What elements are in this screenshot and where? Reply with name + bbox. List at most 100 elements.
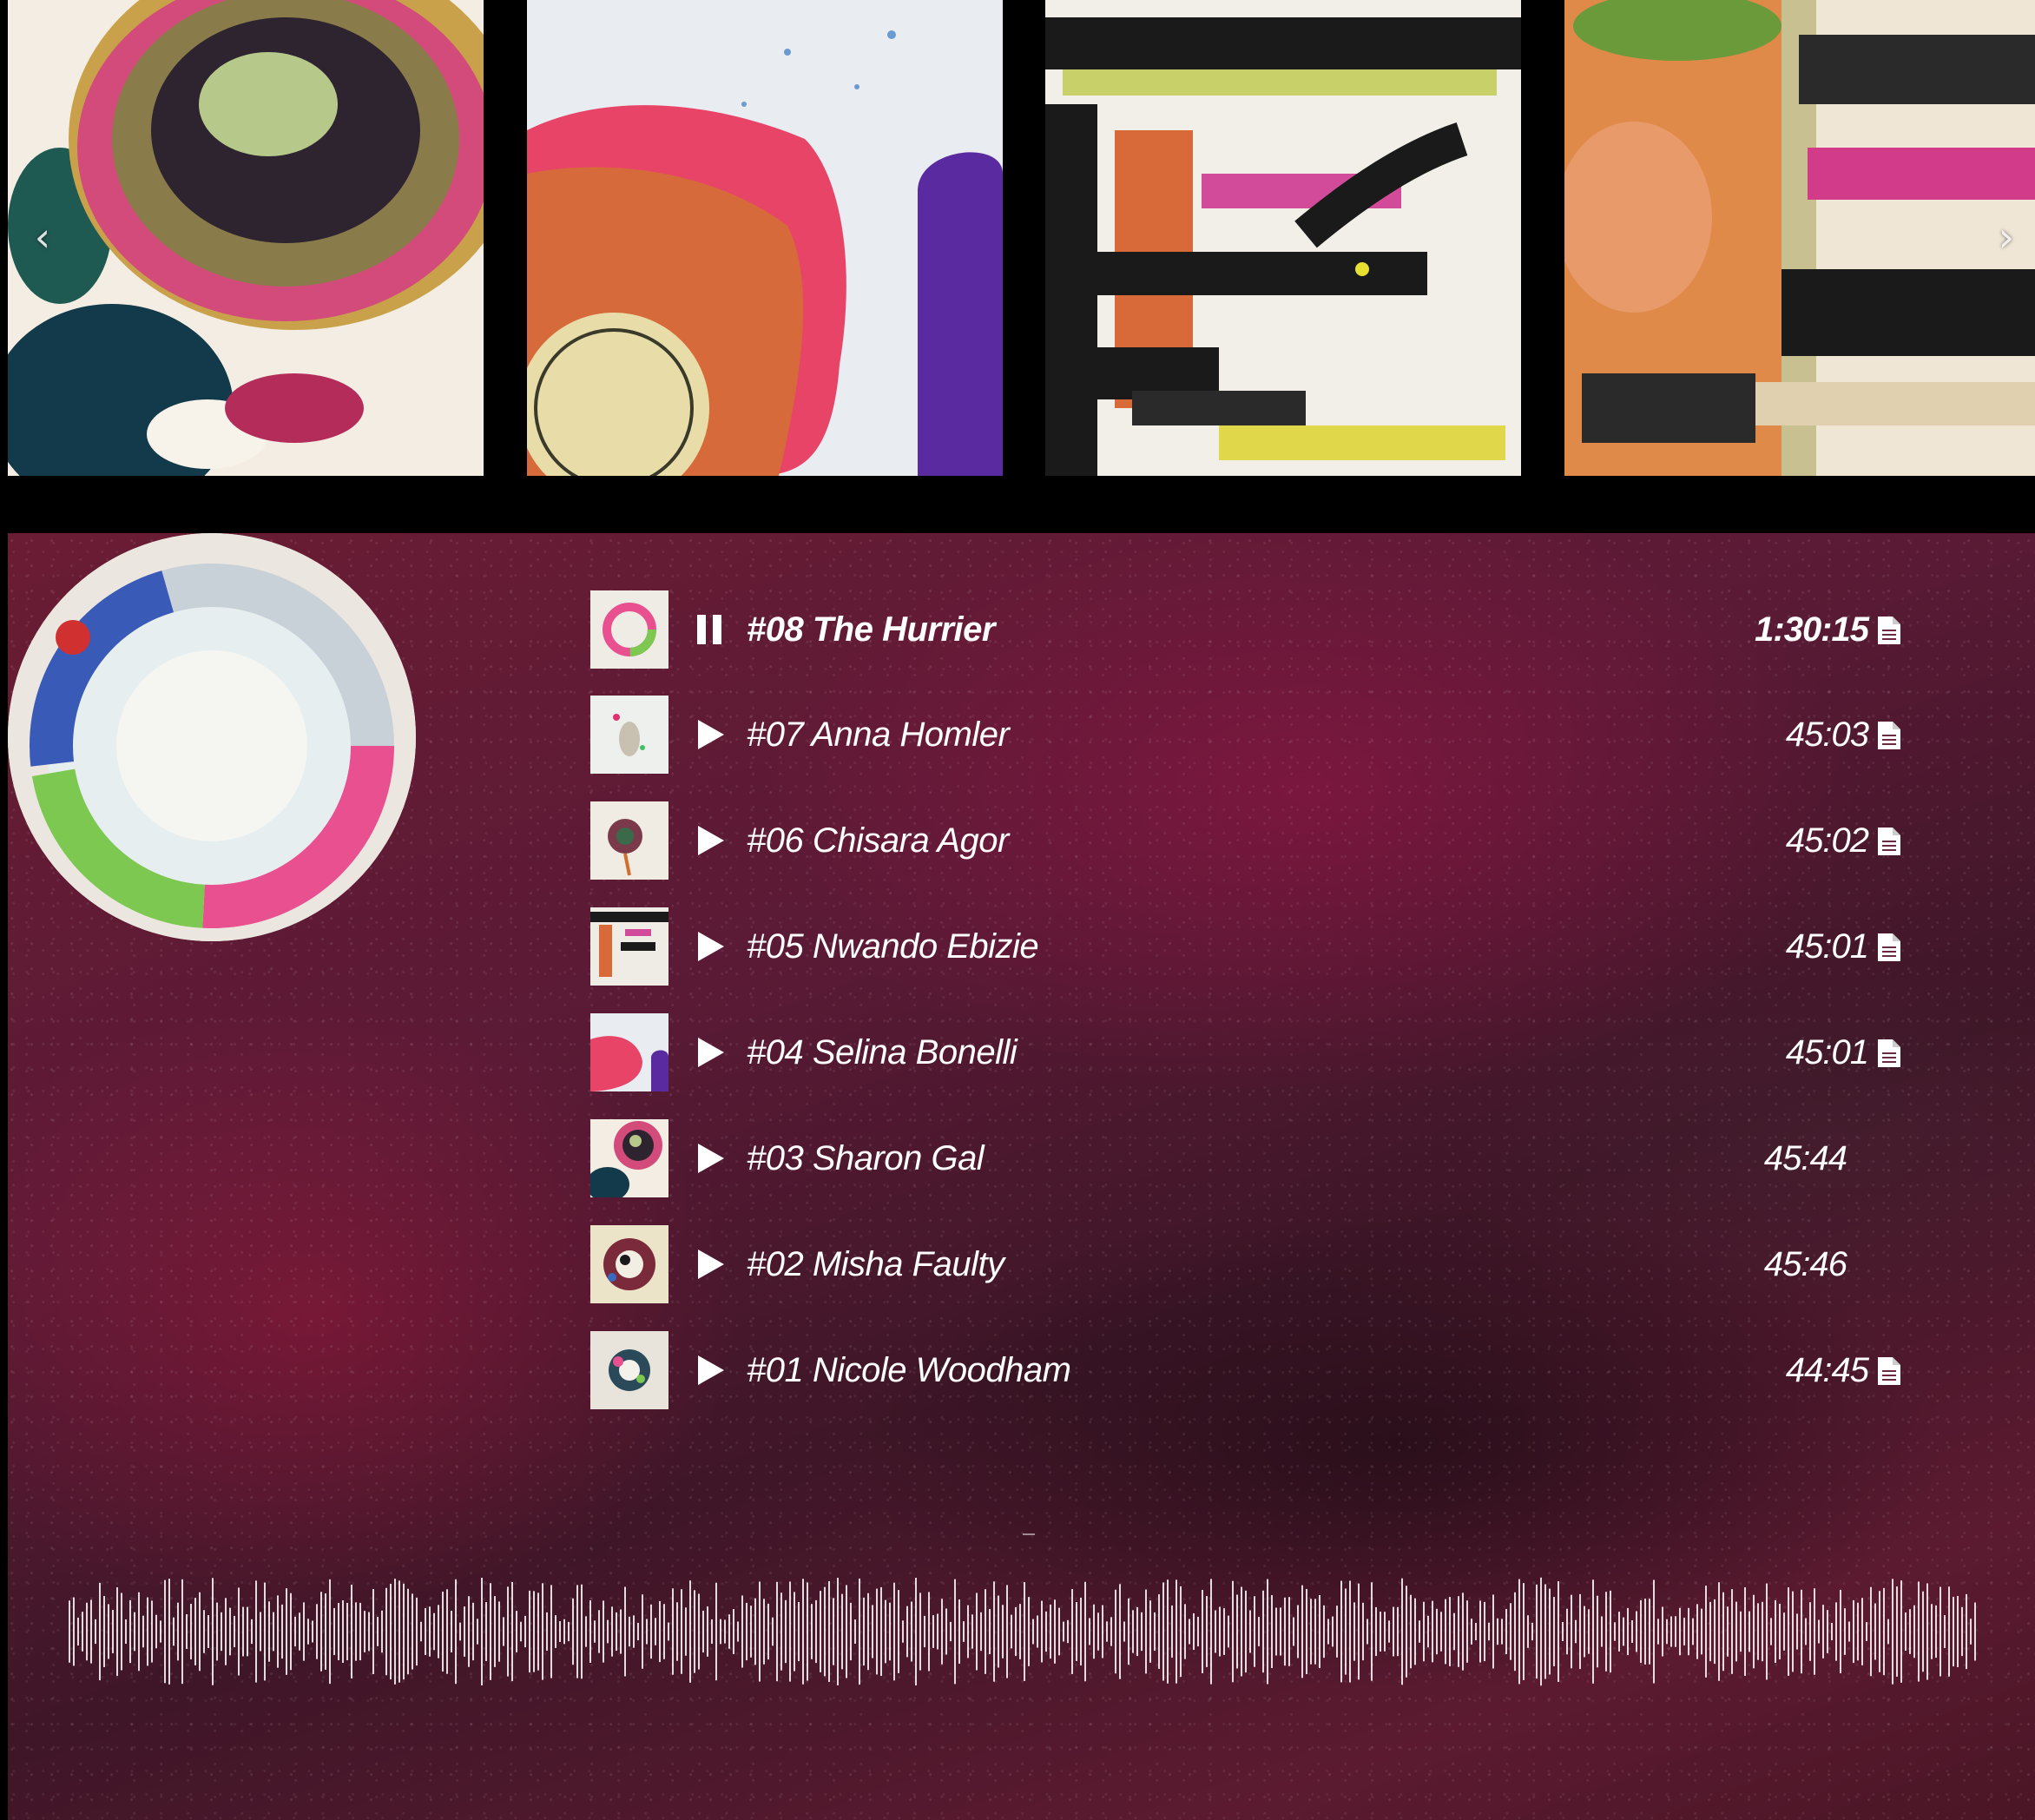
waveform-bar xyxy=(151,1600,153,1663)
waveform-bar xyxy=(932,1615,934,1648)
play-icon xyxy=(698,1144,724,1173)
waveform-bar xyxy=(247,1606,248,1657)
waveform-bar xyxy=(859,1578,860,1685)
chevron-left-icon: ‹ xyxy=(34,214,51,260)
transcript-button[interactable] xyxy=(1878,722,1900,749)
waveform-bar xyxy=(277,1595,279,1668)
waveform-bar xyxy=(216,1602,218,1661)
play-button[interactable] xyxy=(693,1353,728,1388)
waveform-bar xyxy=(177,1602,179,1661)
waveform-bar xyxy=(1067,1619,1069,1644)
waveform-bar xyxy=(1705,1586,1707,1678)
waveform-bar xyxy=(1610,1590,1611,1673)
waveform-bar xyxy=(980,1612,982,1652)
waveform-bar xyxy=(1866,1622,1867,1641)
waveform-bar xyxy=(511,1581,513,1682)
waveform-bar xyxy=(1019,1604,1021,1659)
waveform-bar xyxy=(559,1621,561,1642)
carousel-prev-button[interactable]: ‹ xyxy=(21,215,64,259)
track-duration: 45:03 xyxy=(1785,715,1869,754)
waveform-bar xyxy=(754,1598,756,1665)
waveform-bar xyxy=(533,1591,535,1672)
play-button[interactable] xyxy=(693,1141,728,1176)
waveform-bar xyxy=(1657,1619,1659,1645)
image-carousel: ‹ › xyxy=(0,0,2035,476)
waveform-scrubber[interactable] xyxy=(67,1575,1977,1688)
waveform-bar xyxy=(1744,1586,1746,1677)
waveform-bar xyxy=(976,1592,978,1671)
play-button[interactable] xyxy=(693,823,728,858)
waveform-bar xyxy=(1102,1605,1103,1658)
track-duration: 1:30:15 xyxy=(1755,610,1869,649)
waveform-bar xyxy=(1310,1599,1312,1665)
play-button[interactable] xyxy=(693,717,728,752)
waveform-bar xyxy=(1267,1579,1268,1685)
waveform-bar xyxy=(1913,1605,1915,1658)
waveform-bar xyxy=(1966,1593,1967,1670)
waveform-bar xyxy=(898,1590,899,1673)
carousel-next-button[interactable]: › xyxy=(1985,215,2028,259)
waveform-bar xyxy=(1375,1606,1377,1657)
waveform-bar xyxy=(251,1619,253,1645)
waveform-bar xyxy=(1518,1579,1520,1685)
transcript-button[interactable] xyxy=(1878,617,1900,644)
waveform-bar xyxy=(490,1583,491,1680)
waveform-bar xyxy=(1215,1610,1216,1653)
play-button[interactable] xyxy=(693,1035,728,1070)
waveform-bar xyxy=(1562,1621,1564,1642)
document-icon xyxy=(1878,617,1900,644)
transcript-button[interactable] xyxy=(1878,1357,1900,1385)
waveform-bar xyxy=(811,1604,813,1659)
waveform-bar xyxy=(1136,1606,1138,1657)
waveform-bar xyxy=(1475,1622,1477,1641)
waveform-bar xyxy=(446,1589,448,1674)
waveform-bar xyxy=(342,1599,344,1664)
track-row[interactable]: #03 Sharon Gal 45:44 xyxy=(590,1119,1962,1197)
track-row[interactable]: #02 Misha Faulty 45:46 xyxy=(590,1225,1962,1303)
carousel-slide[interactable] xyxy=(1045,0,1521,476)
pause-button[interactable] xyxy=(693,612,728,647)
waveform-bar xyxy=(307,1619,309,1645)
track-row[interactable]: #07 Anna Homler 45:03 xyxy=(590,696,1962,774)
transcript-button[interactable] xyxy=(1878,1039,1900,1067)
waveform-bar xyxy=(203,1610,205,1653)
waveform-bar xyxy=(1245,1590,1247,1673)
album-cover xyxy=(8,533,416,941)
track-row[interactable]: #01 Nicole Woodham 44:45 xyxy=(590,1331,1962,1409)
document-icon xyxy=(1878,1357,1900,1385)
waveform-bar xyxy=(398,1580,400,1683)
track-title: #05 Nwando Ebizie xyxy=(747,927,1039,966)
waveform-bar xyxy=(281,1604,283,1659)
waveform-bar xyxy=(1484,1601,1485,1662)
waveform-bar xyxy=(663,1604,665,1659)
waveform-bar xyxy=(715,1582,717,1681)
waveform-bar xyxy=(1063,1621,1064,1642)
transcript-button[interactable] xyxy=(1878,828,1900,855)
waveform-bar xyxy=(472,1602,474,1661)
waveform-bar xyxy=(1497,1618,1498,1645)
waveform-bar xyxy=(1041,1600,1043,1663)
carousel-slide[interactable] xyxy=(8,0,484,476)
artwork-image xyxy=(1564,0,2035,476)
waveform-bar xyxy=(199,1592,201,1672)
track-duration: 45:01 xyxy=(1785,927,1869,966)
waveform-bar xyxy=(1084,1581,1086,1682)
waveform-bar xyxy=(603,1600,604,1663)
waveform-bar xyxy=(1011,1614,1012,1649)
track-row[interactable]: #04 Selina Bonelli 45:01 xyxy=(590,1013,1962,1091)
waveform-bar xyxy=(1935,1605,1937,1658)
waveform-bar xyxy=(1479,1600,1481,1663)
waveform-bar xyxy=(993,1581,995,1682)
play-button[interactable] xyxy=(693,1247,728,1282)
track-row[interactable]: #05 Nwando Ebizie 45:01 xyxy=(590,907,1962,986)
waveform-bar xyxy=(1835,1602,1837,1661)
waveform-bar xyxy=(1892,1579,1893,1685)
track-row[interactable]: #08 The Hurrier 1:30:15 xyxy=(590,590,1962,669)
waveform-bar xyxy=(1080,1597,1082,1666)
transcript-button[interactable] xyxy=(1878,933,1900,961)
track-row[interactable]: #06 Chisara Agor 45:02 xyxy=(590,801,1962,880)
carousel-slide[interactable] xyxy=(1564,0,2035,476)
play-button[interactable] xyxy=(693,929,728,964)
play-icon xyxy=(698,1038,724,1067)
carousel-slide[interactable] xyxy=(527,0,1003,476)
